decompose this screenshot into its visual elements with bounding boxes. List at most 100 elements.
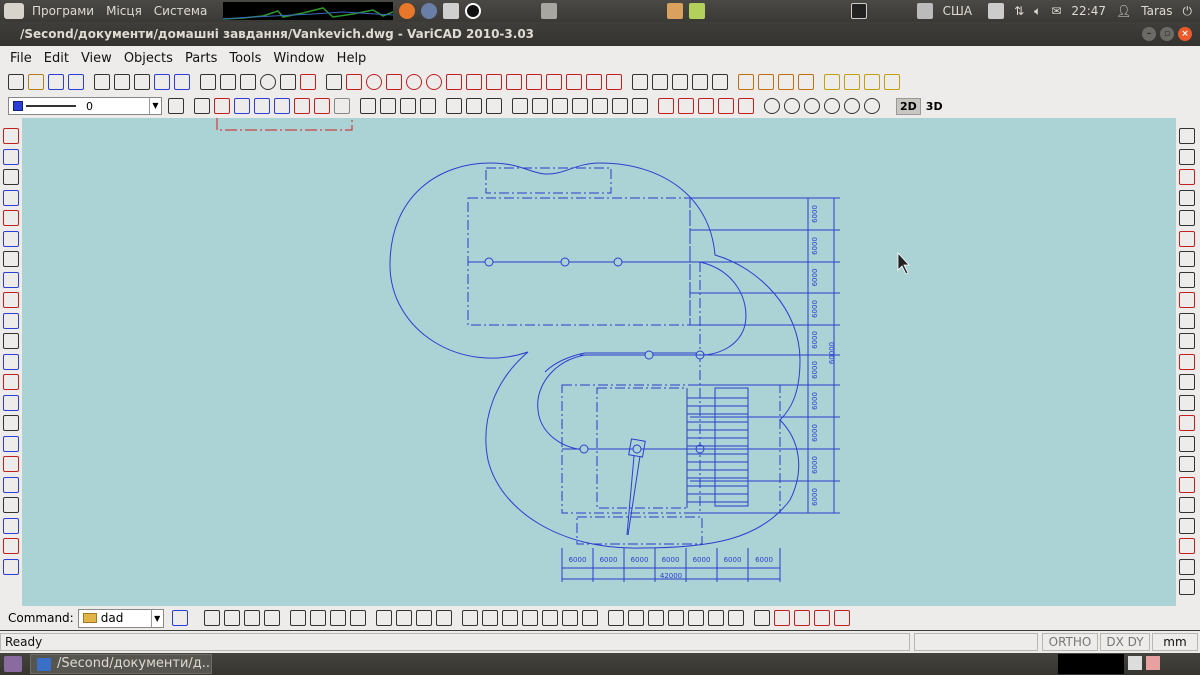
drawing-canvas[interactable]: 6000 6000 6000 6000 6000 6000 6000 42000 6000 600… [22, 118, 1176, 606]
power-icon[interactable]: ⏻ [1183, 4, 1193, 19]
volume-icon[interactable]: 🔈︎ [1034, 4, 1041, 19]
extend-icon[interactable] [314, 98, 330, 114]
dim-arc-icon[interactable] [501, 610, 518, 626]
snap-11-icon[interactable] [1179, 333, 1195, 349]
snap-19-icon[interactable] [1179, 497, 1195, 513]
line-layer-select[interactable]: 0 ▼ [8, 97, 162, 115]
menu-file[interactable]: File [4, 51, 38, 66]
zoom-view-icon[interactable] [864, 98, 880, 114]
battery-icon[interactable] [988, 3, 1005, 19]
snap-18-icon[interactable] [1179, 476, 1195, 493]
cube-yellow-icon[interactable] [824, 74, 840, 90]
folder-orange-icon[interactable] [667, 3, 684, 19]
snap-15-icon[interactable] [1179, 415, 1195, 431]
mode-2d-button[interactable]: 2D [896, 97, 921, 115]
snap-3-icon[interactable] [1179, 169, 1195, 185]
undo-icon[interactable] [154, 74, 170, 90]
snap-6-icon[interactable] [1179, 230, 1195, 247]
dim-arc-4-icon[interactable] [561, 610, 578, 626]
command-execute-icon[interactable] [171, 610, 188, 626]
snap-17-icon[interactable] [1179, 456, 1195, 472]
arc-icon[interactable] [506, 74, 522, 90]
menu-view[interactable]: View [75, 51, 118, 66]
cone-icon[interactable] [864, 74, 880, 90]
terminal-icon[interactable] [850, 3, 867, 19]
dim-arc-2-icon[interactable] [521, 610, 538, 626]
close-button[interactable]: × [1178, 27, 1192, 41]
save-icon[interactable] [48, 74, 64, 90]
dim-leader-2-icon[interactable] [667, 610, 684, 626]
grid-icon[interactable] [326, 74, 342, 90]
dim-arc-3-icon[interactable] [541, 610, 558, 626]
solid-3-icon[interactable] [778, 74, 794, 90]
point-3-icon[interactable] [420, 98, 436, 114]
table-4-icon[interactable] [692, 74, 708, 90]
snap-2-icon[interactable] [1179, 148, 1195, 165]
dim-horizontal-3-icon[interactable] [243, 610, 260, 626]
rectangle-icon[interactable] [220, 74, 236, 90]
text-icon[interactable] [512, 98, 528, 114]
snap-10-icon[interactable] [1179, 312, 1195, 329]
dim-diameter-icon[interactable] [461, 610, 478, 626]
user-name[interactable]: Taras [1141, 4, 1172, 18]
dim-aligned-3-icon[interactable] [415, 610, 432, 626]
resize-3-icon[interactable] [718, 98, 734, 114]
resize-4-icon[interactable] [738, 98, 754, 114]
solid-4-icon[interactable] [798, 74, 814, 90]
workspace-switcher[interactable] [1058, 654, 1124, 674]
brush-icon[interactable] [3, 374, 19, 390]
taskbar-item-varicad[interactable]: /Second/документи/д... [30, 654, 212, 674]
trim-2-icon[interactable] [294, 98, 310, 114]
dim-props-icon[interactable] [793, 610, 810, 626]
window-titlebar[interactable]: /Second/документи/домашні завдання/Vanke… [0, 22, 1200, 46]
snap-14-icon[interactable] [1179, 394, 1195, 411]
resize-2-icon[interactable] [698, 98, 714, 114]
eraser-icon[interactable] [3, 333, 19, 349]
crosshair-icon[interactable] [346, 74, 362, 90]
clock[interactable]: 22:47 [1071, 4, 1106, 18]
dim-edit-icon[interactable] [727, 610, 744, 626]
dim-leader-4-icon[interactable] [707, 610, 724, 626]
hatch-icon[interactable] [280, 74, 296, 90]
chevron-down-icon[interactable]: ▼ [149, 98, 161, 114]
solid-2-icon[interactable] [758, 74, 774, 90]
move-icon[interactable] [234, 98, 250, 114]
warning-icon[interactable] [3, 558, 19, 575]
offset-icon[interactable] [3, 210, 19, 226]
scale-icon[interactable] [3, 538, 19, 554]
snap-7-icon[interactable] [1179, 251, 1195, 267]
show-desktop-icon[interactable] [4, 656, 22, 672]
cylinder-icon[interactable] [844, 74, 860, 90]
text-edit-icon[interactable] [532, 98, 548, 114]
rotate-icon[interactable] [3, 497, 19, 513]
snap-8-icon[interactable] [1179, 271, 1195, 288]
line-icon[interactable] [200, 74, 216, 90]
open-file-icon[interactable] [28, 74, 44, 90]
user-icon[interactable]: 👤︎ [1116, 4, 1131, 18]
clipboard-icon[interactable] [541, 3, 558, 19]
point-2-icon[interactable] [400, 98, 416, 114]
array-2-icon[interactable] [3, 456, 19, 472]
chevron-down-icon[interactable]: ▼ [150, 609, 163, 627]
snap-13-icon[interactable] [1179, 374, 1195, 390]
mail-indicator-icon[interactable]: ✉︎ [1051, 4, 1061, 18]
dim-leader-icon[interactable] [647, 610, 664, 626]
pipe-icon[interactable] [884, 74, 900, 90]
redo-icon[interactable] [174, 74, 190, 90]
ortho-toggle[interactable]: ORTHO [1042, 633, 1098, 651]
dxdy-toggle[interactable]: DX DY [1100, 633, 1150, 651]
save-all-icon[interactable] [68, 74, 84, 90]
link-icon[interactable] [486, 74, 502, 90]
ubuntu-logo-icon[interactable] [4, 3, 24, 19]
new-file-icon[interactable] [8, 74, 24, 90]
dim-angle-2-icon[interactable] [627, 610, 644, 626]
dim-edit-2-icon[interactable] [753, 610, 770, 626]
dim-props-2-icon[interactable] [813, 610, 830, 626]
snap-22-icon[interactable] [1179, 558, 1195, 575]
chamfer-icon[interactable] [3, 312, 19, 329]
keyboard-layout[interactable]: США [943, 4, 972, 18]
zoom-all-icon[interactable] [804, 98, 820, 114]
diamond-icon[interactable] [380, 98, 396, 114]
keyboard-icon[interactable] [916, 3, 933, 19]
dim-aligned-icon[interactable] [375, 610, 392, 626]
